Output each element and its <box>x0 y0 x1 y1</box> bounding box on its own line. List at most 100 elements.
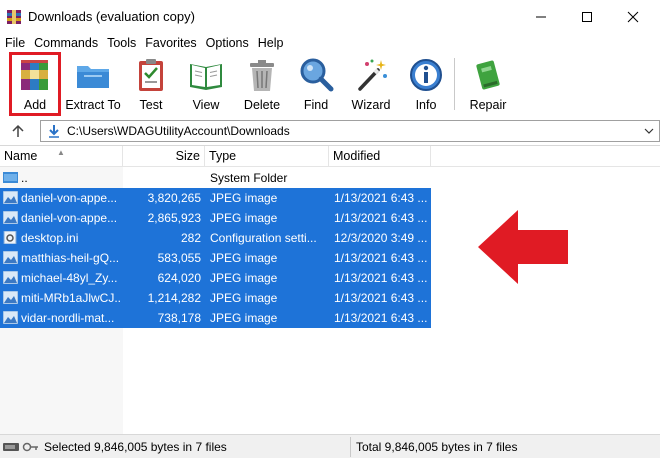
image-file-icon <box>3 251 18 264</box>
status-divider <box>350 437 351 457</box>
menu-file[interactable]: File <box>1 34 29 52</box>
image-file-icon <box>3 311 18 324</box>
table-row[interactable]: matthias-heil-gQ... 583,055 JPEG image 1… <box>0 248 431 268</box>
file-list: Name ▲ Size Type Modified .. System Fold… <box>0 145 660 434</box>
menu-commands[interactable]: Commands <box>30 34 102 52</box>
row-type: JPEG image <box>210 291 278 305</box>
table-row[interactable]: vidar-nordli-mat... 738,178 JPEG image 1… <box>0 308 431 328</box>
info-button[interactable]: Info <box>404 54 448 116</box>
row-name: michael-48yl_Zy... <box>21 271 118 285</box>
image-file-icon <box>3 291 18 304</box>
toolbar-separator <box>454 58 455 110</box>
menu-help[interactable]: Help <box>254 34 288 52</box>
minimize-icon <box>536 16 546 18</box>
row-modified: 1/13/2021 6:43 ... <box>334 191 428 205</box>
address-row: C:\Users\WDAGUtilityAccount\Downloads <box>0 119 660 143</box>
settings-file-icon <box>3 231 17 244</box>
table-row[interactable]: .. System Folder <box>0 168 431 188</box>
menu-options[interactable]: Options <box>202 34 253 52</box>
column-name-header[interactable]: Name ▲ <box>0 146 123 167</box>
delete-button[interactable]: Delete <box>238 54 286 116</box>
sort-ascending-icon: ▲ <box>57 148 65 157</box>
chevron-down-icon[interactable] <box>643 125 655 137</box>
row-type: JPEG image <box>210 271 278 285</box>
row-size <box>123 168 201 188</box>
test-button[interactable]: Test <box>128 54 174 116</box>
column-size-label: Size <box>175 149 200 163</box>
view-label: View <box>192 98 220 112</box>
row-name: matthias-heil-gQ... <box>21 251 120 265</box>
view-book-icon <box>190 64 222 90</box>
row-name: miti-MRb1aJlwCJ... <box>21 291 121 305</box>
status-bar: Selected 9,846,005 bytes in 7 files Tota… <box>0 434 660 458</box>
repair-label: Repair <box>469 98 507 112</box>
maximize-button[interactable] <box>564 0 610 34</box>
title-bar: Downloads (evaluation copy) <box>0 0 660 34</box>
row-modified: 12/3/2020 3:49 ... <box>334 231 428 245</box>
minimize-button[interactable] <box>518 0 564 34</box>
row-modified: 1/13/2021 6:43 ... <box>334 271 428 285</box>
wizard-label: Wizard <box>351 98 391 112</box>
table-row[interactable]: miti-MRb1aJlwCJ... 1,214,282 JPEG image … <box>0 288 431 308</box>
window-title: Downloads (evaluation copy) <box>28 9 195 24</box>
row-size: 3,820,265 <box>147 191 201 205</box>
winrar-app-icon[interactable] <box>6 9 22 25</box>
download-arrow-icon <box>49 125 59 138</box>
info-label: Info <box>415 98 437 112</box>
wizard-button[interactable]: Wizard <box>344 54 398 116</box>
find-label: Find <box>303 98 329 112</box>
extract-folder-icon <box>77 66 109 88</box>
add-archive-icon <box>21 60 48 90</box>
menu-favorites[interactable]: Favorites <box>141 34 200 52</box>
row-name: daniel-von-appe... <box>21 211 118 225</box>
test-label: Test <box>139 98 163 112</box>
maximize-icon <box>582 12 592 22</box>
repair-button[interactable]: Repair <box>464 54 512 116</box>
up-folder-button[interactable] <box>8 121 28 141</box>
extract-to-button[interactable]: Extract To <box>64 54 122 116</box>
status-total: Total 9,846,005 bytes in 7 files <box>356 440 518 454</box>
add-button[interactable]: Add <box>9 54 61 116</box>
magic-wand-icon <box>358 59 387 91</box>
column-size-header[interactable]: Size <box>123 146 205 167</box>
delete-label: Delete <box>243 98 281 112</box>
find-button[interactable]: Find <box>294 54 338 116</box>
red-annotation-arrow-icon <box>478 210 568 284</box>
arrow-up-icon <box>12 124 24 137</box>
close-button[interactable] <box>610 0 656 34</box>
row-name: vidar-nordli-mat... <box>21 311 115 325</box>
row-modified <box>334 168 430 188</box>
column-type-header[interactable]: Type <box>205 146 329 167</box>
view-button[interactable]: View <box>182 54 230 116</box>
drive-key-icon[interactable] <box>3 440 39 454</box>
trash-can-icon <box>250 60 274 91</box>
add-label: Add <box>23 98 47 112</box>
winrar-window: Downloads (evaluation copy) File Command… <box>0 0 660 458</box>
close-icon <box>627 11 639 23</box>
row-type: System Folder <box>210 171 288 185</box>
row-name: desktop.ini <box>21 231 79 245</box>
row-name: .. <box>21 171 28 185</box>
row-size: 1,214,282 <box>147 291 201 305</box>
repair-icon <box>476 60 500 90</box>
test-clipboard-icon <box>139 59 163 91</box>
column-type-label: Type <box>209 149 237 163</box>
row-type: JPEG image <box>210 251 278 265</box>
menu-tools[interactable]: Tools <box>103 34 140 52</box>
row-modified: 1/13/2021 6:43 ... <box>334 251 428 265</box>
column-modified-header[interactable]: Modified <box>329 146 431 167</box>
table-row[interactable]: desktop.ini 282 Configuration setti... 1… <box>0 228 431 248</box>
status-selected: Selected 9,846,005 bytes in 7 files <box>44 440 227 454</box>
row-name: daniel-von-appe... <box>21 191 118 205</box>
table-row[interactable]: michael-48yl_Zy... 624,020 JPEG image 1/… <box>0 268 431 288</box>
row-size: 624,020 <box>157 271 201 285</box>
row-type: JPEG image <box>210 211 278 225</box>
menu-bar: File Commands Tools Favorites Options He… <box>0 34 660 52</box>
table-row[interactable]: daniel-von-appe... 3,820,265 JPEG image … <box>0 188 431 208</box>
extract-to-label: Extract To <box>65 98 121 112</box>
row-type: Configuration setti... <box>210 231 317 245</box>
table-row[interactable]: daniel-von-appe... 2,865,923 JPEG image … <box>0 208 431 228</box>
row-size: 282 <box>180 231 201 245</box>
row-type: JPEG image <box>210 191 278 205</box>
address-bar[interactable]: C:\Users\WDAGUtilityAccount\Downloads <box>40 120 660 142</box>
